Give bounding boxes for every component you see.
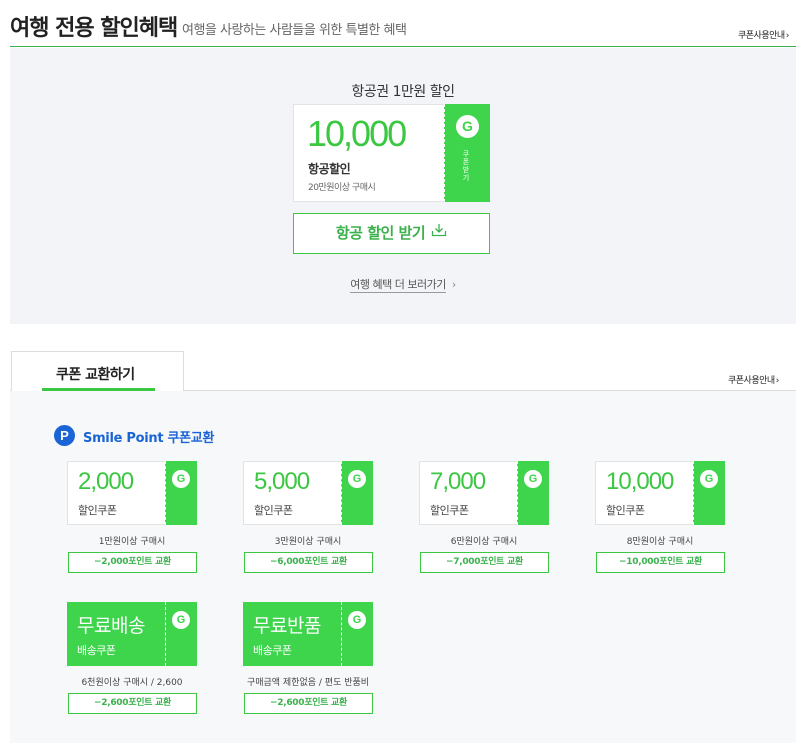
- more-travel-benefits-link[interactable]: 여행 혜택 더 보러가기 ›: [10, 276, 796, 293]
- coupon-body: 무료반품배송쿠폰: [243, 602, 341, 666]
- chevron-right-icon: ›: [448, 278, 456, 291]
- coupon-amount: 10,000: [307, 113, 407, 154]
- g-logo-icon: G: [348, 611, 366, 629]
- g-logo-icon: G: [456, 115, 479, 138]
- coupon-body: 10,000 할인쿠폰: [595, 461, 693, 525]
- coupon-stub: G: [165, 602, 197, 666]
- g-logo-icon: G: [172, 470, 190, 488]
- flight-coupon-title: 항공권 1만원 할인: [351, 84, 455, 100]
- smile-point-title: Smile Point 쿠폰교환: [83, 431, 215, 446]
- coupon-amount: 2,000: [78, 468, 134, 495]
- tab-active-underline: [42, 388, 155, 391]
- coupon-amount: 7,000: [430, 468, 486, 495]
- page-subtitle: 여행을 사랑하는 사람들을 위한 특별한 혜택: [182, 23, 407, 38]
- coupon-guide-link[interactable]: 쿠폰사용안내›: [728, 373, 779, 386]
- exchange-coupon-card: 7,000 할인쿠폰 G: [419, 461, 549, 525]
- coupon-guide-label: 쿠폰사용안내: [728, 376, 775, 386]
- coupon-amount: 무료배송: [77, 616, 145, 637]
- coupon-stub: G: [165, 461, 197, 525]
- coupon-condition: 6만원이상 구매시: [450, 537, 518, 547]
- coupon-condition: 구매금액 제한없음 / 편도 반품비: [246, 678, 370, 688]
- coupon-label: 할인쿠폰: [430, 504, 469, 517]
- coupon-condition: 8만원이상 구매시: [626, 537, 694, 547]
- coupon-body: 5,000 할인쿠폰: [243, 461, 341, 525]
- coupon-condition: 6천원이상 구매시 / 2,600: [81, 678, 183, 688]
- coupon-amount: 무료반품: [253, 616, 321, 637]
- tab-label: 쿠폰 교환하기: [56, 367, 135, 383]
- coupon-stub: G: [341, 602, 373, 666]
- g-logo-icon: G: [172, 611, 190, 629]
- exchange-coupon-card: 무료배송배송쿠폰 G: [67, 602, 197, 666]
- coupon-body: 2,000 할인쿠폰: [67, 461, 165, 525]
- point-exchange-button[interactable]: −2,000포인트 교환: [68, 552, 197, 573]
- point-exchange-button[interactable]: −7,000포인트 교환: [420, 552, 549, 573]
- coupon-label: 할인쿠폰: [78, 504, 117, 517]
- coupon-label: 항공할인: [308, 162, 351, 176]
- coupon-body: 무료배송배송쿠폰: [67, 602, 165, 666]
- point-exchange-button[interactable]: −6,000포인트 교환: [244, 552, 373, 573]
- coupon-condition: 1만원이상 구매시: [98, 537, 166, 547]
- exchange-coupon-card: 무료반품배송쿠폰 G: [243, 602, 373, 666]
- coupon-stub: G: [517, 461, 549, 525]
- coupon-stub: G 쿠폰받기: [444, 104, 490, 202]
- point-exchange-button[interactable]: −2,600포인트 교환: [244, 693, 373, 714]
- coupon-label: 배송쿠폰: [253, 644, 292, 657]
- g-logo-icon: G: [700, 470, 718, 488]
- coupon-condition: 20만원이상 구매시: [308, 183, 376, 193]
- smile-point-icon: P: [54, 425, 75, 446]
- chevron-right-icon: ›: [775, 376, 780, 386]
- coupon-condition: 3만원이상 구매시: [274, 537, 342, 547]
- download-button-label: 항공 할인 받기: [335, 224, 426, 242]
- coupon-guide-label: 쿠폰사용안내: [738, 31, 785, 41]
- download-icon: [431, 214, 447, 253]
- coupon-stub-text: 쿠폰받기: [462, 150, 470, 182]
- point-exchange-button[interactable]: −10,000포인트 교환: [596, 552, 725, 573]
- coupon-label: 할인쿠폰: [606, 504, 645, 517]
- flight-coupon-box: 항공권 1만원 할인 10,000 항공할인 20만원이상 구매시 G 쿠폰받기…: [10, 48, 796, 324]
- flight-coupon-card: 10,000 항공할인 20만원이상 구매시 G 쿠폰받기: [293, 104, 490, 202]
- more-link-label: 여행 혜택 더 보러가기: [350, 278, 446, 293]
- exchange-coupon-card: 10,000 할인쿠폰 G: [595, 461, 725, 525]
- coupon-stub: G: [693, 461, 725, 525]
- exchange-coupon-card: 2,000 할인쿠폰 G: [67, 461, 197, 525]
- coupon-body: 10,000 항공할인 20만원이상 구매시: [293, 104, 444, 202]
- coupon-label: 할인쿠폰: [254, 504, 293, 517]
- coupon-guide-link[interactable]: 쿠폰사용안내›: [738, 28, 789, 41]
- coupon-amount: 10,000: [606, 468, 674, 495]
- flight-discount-download-button[interactable]: 항공 할인 받기: [293, 213, 490, 254]
- g-logo-icon: G: [524, 470, 542, 488]
- chevron-right-icon: ›: [785, 31, 790, 41]
- coupon-label: 배송쿠폰: [77, 644, 116, 657]
- exchange-coupon-card: 5,000 할인쿠폰 G: [243, 461, 373, 525]
- coupon-body: 7,000 할인쿠폰: [419, 461, 517, 525]
- coupon-stub: G: [341, 461, 373, 525]
- section-header: 여행 전용 할인혜택 여행을 사랑하는 사람들을 위한 특별한 혜택: [10, 0, 796, 47]
- tab-coupon-exchange[interactable]: 쿠폰 교환하기: [11, 351, 184, 391]
- point-exchange-button[interactable]: −2,600포인트 교환: [68, 693, 197, 714]
- coupon-amount: 5,000: [254, 468, 310, 495]
- page-title: 여행 전용 할인혜택: [10, 16, 178, 41]
- g-logo-icon: G: [348, 470, 366, 488]
